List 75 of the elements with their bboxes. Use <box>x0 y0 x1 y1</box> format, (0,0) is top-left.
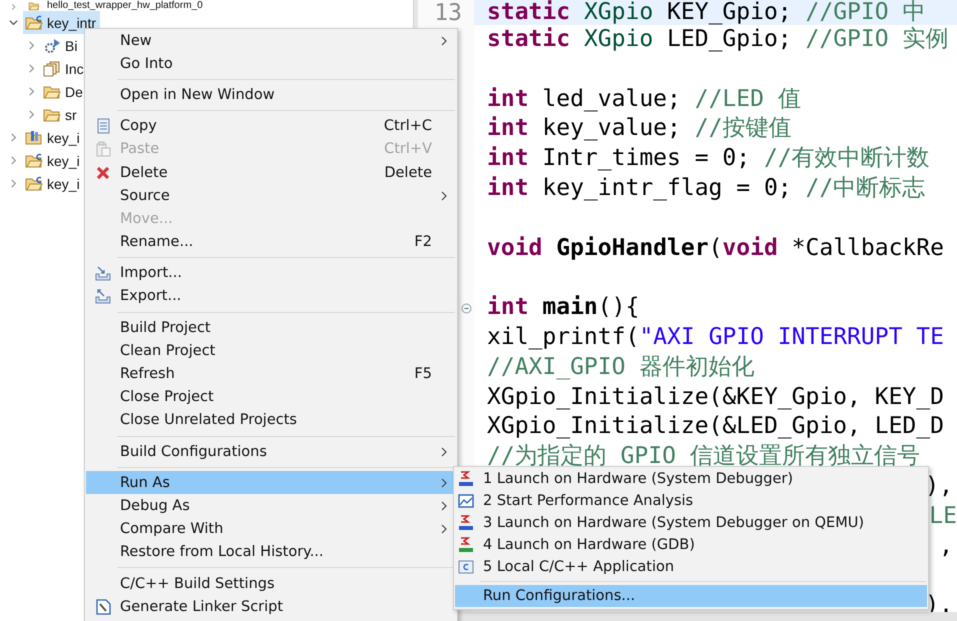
code-line: xil_printf("AXI GPIO INTERRUPT TE <box>486 322 945 352</box>
code-line: //AXI_GPIO 器件初始化 <box>486 352 756 382</box>
code-line: int Intr_times = 0; //有效中断计数 <box>486 144 931 174</box>
menu-item[interactable]: 4 Launch on Hardware (GDB) <box>455 534 927 556</box>
tree-item[interactable]: hello_test_wrapper_hw_platform_0 <box>23 0 207 11</box>
menu-item[interactable]: Open in New Window <box>86 83 456 107</box>
tree-item[interactable]: Inc <box>41 57 88 80</box>
menu-item[interactable]: Run Configurations... <box>455 585 927 607</box>
menu-item[interactable]: Generate Linker Script <box>86 595 456 618</box>
code-line: , <box>939 532 954 561</box>
tree-item[interactable]: De <box>41 80 87 103</box>
menu-item[interactable]: Copy Ctrl+C <box>86 114 456 138</box>
menu-item[interactable]: C/C++ Build Settings <box>86 572 456 596</box>
document-icon <box>95 118 111 134</box>
code-line: static XGpio LED_Gpio; //GPIO 实例 <box>486 25 950 54</box>
code-line: XGpio_Initialize(&KEY_Gpio, KEY_D <box>486 382 945 412</box>
code-line: ), <box>925 472 954 501</box>
menu-item[interactable]: Clean Project <box>86 339 456 362</box>
menu-item[interactable]: Import... <box>86 262 456 285</box>
menu-item[interactable]: 2 Start Performance Analysis <box>455 490 927 512</box>
menu-item[interactable]: 3 Launch on Hardware (System Debugger on QEMU) <box>455 512 927 534</box>
menu-item[interactable]: Refresh F5 <box>86 362 456 386</box>
folder-icon <box>43 84 61 100</box>
project-folder-icon <box>25 14 43 30</box>
menu-item[interactable]: Export... <box>86 284 456 308</box>
tree-item[interactable]: Bi <box>41 34 82 57</box>
code-line: int main(){ <box>486 293 640 322</box>
menu-item[interactable]: Go Into <box>86 52 456 76</box>
clipboard-icon <box>95 141 111 158</box>
shortcut-label: Ctrl+V <box>384 141 432 158</box>
shortcut-label: F5 <box>414 366 432 382</box>
launch-icon <box>458 537 474 553</box>
tray-arrow-icon <box>95 265 111 282</box>
c-file-icon <box>458 559 474 575</box>
launch-icon <box>458 471 474 487</box>
fold-toggle-icon[interactable] <box>461 302 472 314</box>
project-folder-icon <box>25 176 43 192</box>
shortcut-label: F2 <box>414 234 432 250</box>
stacked-files-icon <box>43 60 61 76</box>
gear-icon <box>43 38 61 54</box>
tree-item[interactable]: sr <box>41 103 81 126</box>
tree-item[interactable]: key_i <box>23 149 84 172</box>
menu-item[interactable]: Run As <box>86 471 456 494</box>
shortcut-label: Delete <box>384 164 432 181</box>
shortcut-label: Ctrl+C <box>384 118 432 134</box>
project-folder-icon <box>25 152 43 168</box>
menu-item[interactable]: Build Configurations <box>86 440 456 464</box>
tray-arrow-icon <box>95 288 111 304</box>
folder-icon <box>43 106 61 122</box>
delete-icon <box>95 164 111 181</box>
menu-item[interactable]: Source <box>86 184 456 208</box>
line-number: 13 <box>434 0 462 26</box>
code-line: int key_intr_flag = 0; //中断标志 <box>486 174 926 203</box>
code-line: int key_value; //按键值 <box>486 114 792 144</box>
launch-icon <box>458 515 474 531</box>
menu-item[interactable]: Rename... F2 <box>86 230 456 254</box>
document-icon <box>95 598 111 615</box>
code-line: int led_value; //LED 值 <box>486 84 802 114</box>
chevron-icon[interactable] <box>8 17 19 28</box>
library-folder-icon <box>25 130 43 146</box>
menu-item[interactable]: Debug As <box>86 494 456 518</box>
menu-item[interactable]: Close Project <box>86 386 456 409</box>
menu-item[interactable]: Delete Delete <box>86 160 456 184</box>
code-line: LE <box>929 502 957 531</box>
menu-item[interactable]: 5 Local C/C++ Application <box>455 556 927 578</box>
tree-item[interactable]: key_intr <box>23 11 100 34</box>
tree-item[interactable]: key_i <box>23 172 84 195</box>
menu-item[interactable]: Close Unrelated Projects <box>86 408 456 432</box>
menu-item[interactable]: Build Project <box>86 316 456 340</box>
menu-item[interactable]: Compare With <box>86 518 456 541</box>
code-line: XGpio_Initialize(&LED_Gpio, LED_D <box>486 412 945 442</box>
tree-item[interactable]: key_i <box>23 126 84 149</box>
chart-icon <box>458 493 474 509</box>
code-line: void GpioHandler(void *CallbackRe <box>486 234 945 263</box>
menu-item[interactable]: Restore from Local History... <box>86 540 456 564</box>
